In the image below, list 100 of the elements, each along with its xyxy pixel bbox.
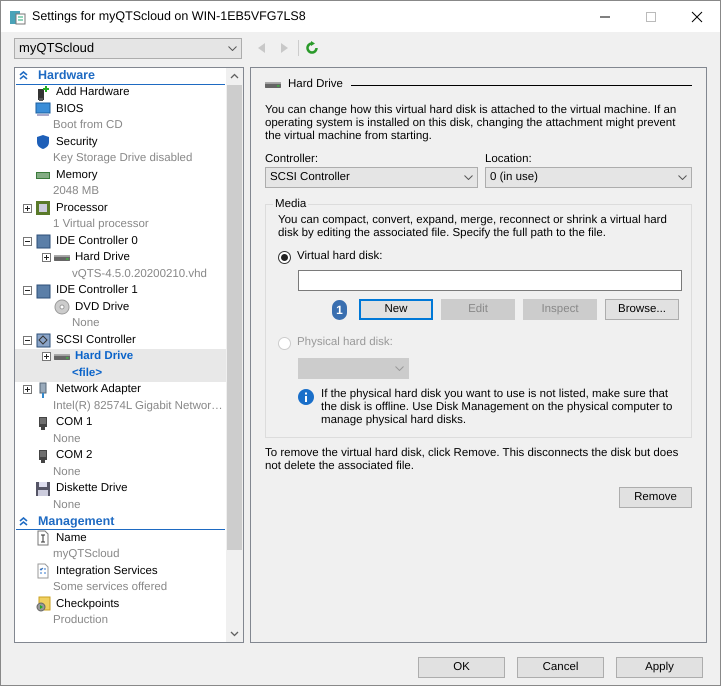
item-label: IDE Controller 0 <box>56 234 138 249</box>
dropdown[interactable]: SCSI Controller <box>265 167 478 188</box>
chip-icon <box>35 200 51 216</box>
tree-item[interactable]: Add Hardware <box>15 84 226 101</box>
tree-item[interactable]: COM 2 None <box>15 448 226 480</box>
monitor-icon <box>35 101 51 118</box>
tree-item[interactable]: COM 1 None <box>15 414 226 448</box>
expand-icon[interactable] <box>42 253 51 262</box>
item-detail: 2048 MB <box>53 184 100 200</box>
item-label: Security <box>56 134 98 150</box>
radio-label: Virtual hard disk: <box>297 249 382 264</box>
tree-item[interactable]: DVD Drive None <box>15 299 226 332</box>
callout-badge: 1 <box>332 300 347 320</box>
tree-item[interactable]: Diskette Drive None <box>15 480 226 514</box>
tree-item[interactable]: IDE Controller 1 <box>15 282 226 299</box>
item-detail: None <box>53 464 80 480</box>
dropdown-value: myQTScloud <box>19 39 94 58</box>
drive-icon <box>265 82 281 88</box>
item-label: Hard Drive <box>75 250 130 266</box>
dropdown[interactable]: 0 (in use) <box>485 167 692 188</box>
checklist-icon <box>35 563 51 580</box>
item-detail: 1 Virtual processor <box>53 217 149 232</box>
radio-label: Physical hard disk: <box>297 335 393 350</box>
item-label: Hard Drive <box>75 349 134 364</box>
push-button[interactable]: New <box>359 299 433 320</box>
controller-icon <box>35 233 51 250</box>
tree-item[interactable]: BIOS Boot from CD <box>15 101 226 134</box>
collapse-chevron-icon <box>19 516 28 526</box>
item-label: DVD Drive <box>75 300 130 315</box>
chevron-down-icon <box>395 366 404 371</box>
chevron-down-icon <box>228 46 237 50</box>
item-detail: None <box>53 432 80 447</box>
item-detail: None <box>53 498 80 513</box>
section-title: Management <box>38 512 114 530</box>
push-button[interactable]: Browse... <box>605 299 679 320</box>
controller-icon <box>35 332 51 348</box>
tree-item[interactable]: Integration Services Some services offered <box>15 563 226 596</box>
dropdown-value: SCSI Controller <box>270 170 350 185</box>
item-label: Name <box>56 530 87 546</box>
expand-icon[interactable] <box>23 385 32 394</box>
info-text: If the physical hard disk you want to use is not listed, make sure that the disk is offline. Use Disk Management on the physical computer to manage physical hard disks. <box>321 388 674 427</box>
tree-item[interactable]: Name myQTScloud <box>15 530 226 563</box>
item-detail: None <box>72 316 100 332</box>
collapse-icon[interactable] <box>23 336 32 345</box>
dropdown-value: 0 (in use) <box>490 170 538 185</box>
section-header[interactable]: Hardware <box>16 68 225 84</box>
field-label: Controller: <box>265 152 320 167</box>
item-label: Network Adapter <box>56 382 142 398</box>
card-plus-icon <box>35 84 51 101</box>
path-field[interactable] <box>298 270 682 291</box>
folder-clock-icon <box>35 596 51 612</box>
expand-icon[interactable] <box>23 204 32 213</box>
collapse-icon[interactable] <box>23 236 32 246</box>
push-button[interactable]: Cancel <box>517 657 604 678</box>
item-detail: Intel(R) 82574L Gigabit Networ… <box>53 398 223 414</box>
tree-item[interactable]: Hard Drive vQTS-4.5.0.20200210.vhd <box>15 250 226 282</box>
item-label: IDE Controller 1 <box>56 283 138 298</box>
expand-icon[interactable] <box>42 352 51 362</box>
tree-item[interactable]: Network Adapter Intel(R) 82574L Gigabit Networ… <box>15 382 226 414</box>
item-detail: vQTS-4.5.0.20200210.vhd <box>72 266 207 282</box>
chevron-down-icon <box>464 175 473 180</box>
section-header[interactable]: Management <box>16 514 225 530</box>
item-label: Checkpoints <box>56 596 120 612</box>
tree-item[interactable]: Security Key Storage Drive disabled <box>15 134 226 167</box>
tree-item[interactable]: Memory 2048 MB <box>15 167 226 200</box>
drive-icon <box>54 354 70 360</box>
item-detail: <file> <box>72 366 102 381</box>
collapse-icon[interactable] <box>23 286 32 296</box>
item-detail: Production <box>53 613 108 628</box>
section-title: Hardware <box>38 68 95 84</box>
item-label: SCSI Controller <box>56 332 136 348</box>
dropdown[interactable]: myQTScloud <box>14 38 242 58</box>
tree-item[interactable]: SCSI Controller <box>15 332 226 348</box>
remove-description: To remove the virtual hard disk, click Remove. This disconnects the disk but does not delete the associated file. <box>265 447 680 473</box>
item-detail: Some services offered <box>53 580 168 596</box>
radio-button[interactable] <box>278 250 291 264</box>
item-label: Memory <box>56 168 98 183</box>
item-detail: Key Storage Drive disabled <box>53 151 192 166</box>
panel-title: Hard Drive <box>288 77 343 92</box>
disc-icon <box>54 299 70 316</box>
floppy-icon <box>35 480 51 497</box>
item-detail: myQTScloud <box>53 547 120 562</box>
tree-item[interactable]: Hard Drive <file> <box>15 348 226 382</box>
tree-item[interactable]: Processor 1 Virtual processor <box>15 200 226 233</box>
refresh-icon[interactable] <box>305 41 319 55</box>
push-button[interactable]: Apply <box>616 657 703 678</box>
tree-item[interactable]: Checkpoints Production <box>15 596 226 629</box>
drive-icon <box>54 254 70 261</box>
chevron-down-icon <box>678 175 687 180</box>
media-description: You can compact, convert, expand, merge, reconnect or shrink a virtual hard disk by editing the associated file. Specify the full path to the file. <box>278 214 668 240</box>
tree-item[interactable]: IDE Controller 0 <box>15 233 226 250</box>
item-label: Add Hardware <box>56 85 130 100</box>
item-label: Integration Services <box>56 564 158 579</box>
item-label: COM 2 <box>56 448 92 464</box>
push-button[interactable]: OK <box>418 657 505 678</box>
scrollbar[interactable] <box>226 68 243 642</box>
item-detail: Boot from CD <box>53 118 123 134</box>
window-title: Settings for myQTScloud on WIN-1EB5VFG7LS8 <box>32 8 306 26</box>
push-button[interactable]: Remove <box>619 487 692 508</box>
item-label: Processor <box>56 200 108 216</box>
